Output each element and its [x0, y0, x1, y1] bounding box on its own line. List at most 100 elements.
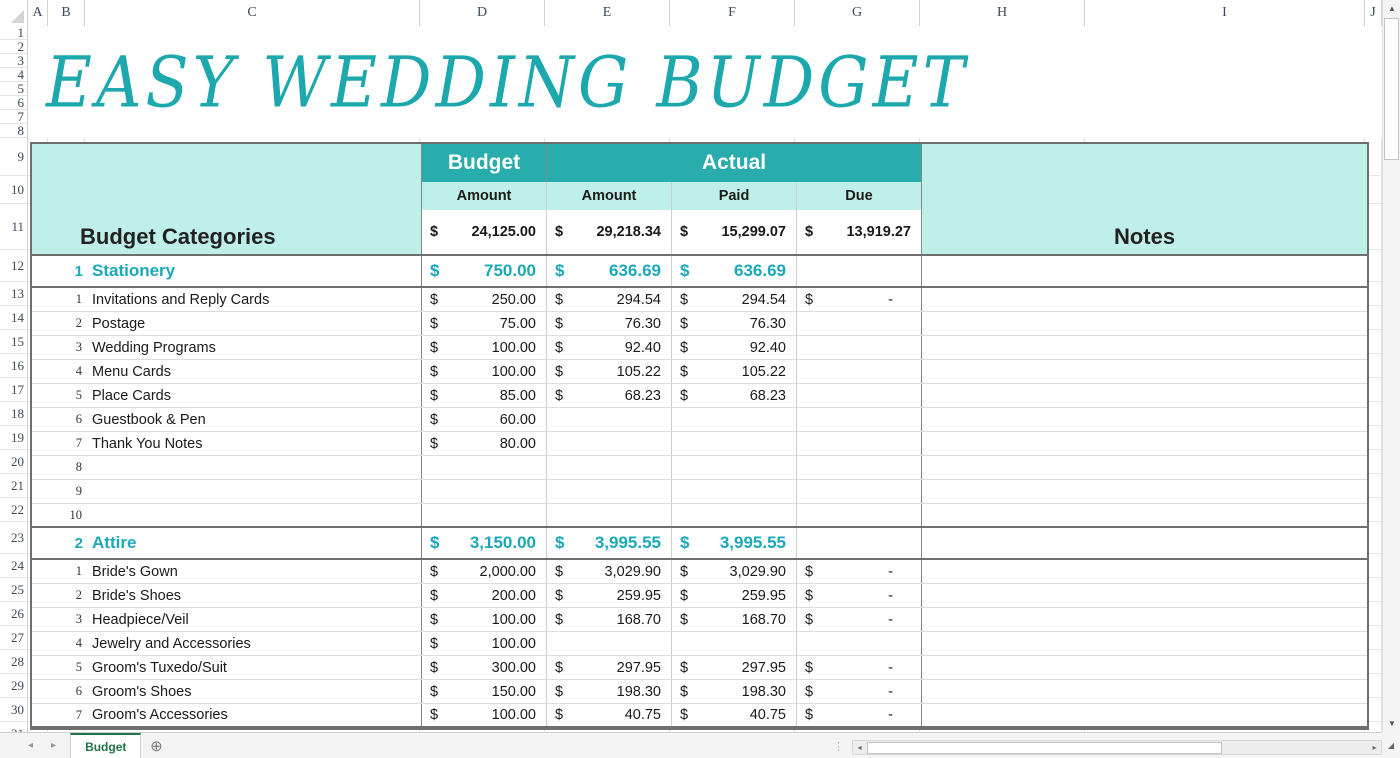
- item-paid[interactable]: $198.30: [672, 680, 797, 703]
- item-budget-amount[interactable]: $75.00: [422, 312, 547, 335]
- item-due[interactable]: [797, 456, 922, 479]
- item-budget-amount[interactable]: $85.00: [422, 384, 547, 407]
- item-notes-cell[interactable]: [922, 384, 1367, 407]
- item-paid[interactable]: $294.54: [672, 288, 797, 311]
- item-budget-amount[interactable]: [422, 504, 547, 526]
- item-name[interactable]: [87, 480, 422, 503]
- resize-corner-icon[interactable]: ◢: [1382, 732, 1400, 758]
- row-header-18[interactable]: 18: [0, 402, 28, 426]
- item-budget-amount[interactable]: $250.00: [422, 288, 547, 311]
- item-notes-cell[interactable]: [922, 456, 1367, 479]
- column-header-h[interactable]: H: [920, 0, 1085, 26]
- item-budget-amount[interactable]: $80.00: [422, 432, 547, 455]
- row-header-9[interactable]: 9: [0, 138, 28, 176]
- item-notes-cell[interactable]: [922, 288, 1367, 311]
- column-header-e[interactable]: E: [545, 0, 670, 26]
- item-budget-amount[interactable]: $100.00: [422, 360, 547, 383]
- item-actual-amount[interactable]: $294.54: [547, 288, 672, 311]
- add-sheet-button[interactable]: ⊕: [141, 737, 171, 755]
- section-actual-amount[interactable]: $636.69: [547, 256, 672, 286]
- item-due[interactable]: $-: [797, 680, 922, 703]
- item-name[interactable]: Groom's Tuxedo/Suit: [87, 656, 422, 679]
- row-header-19[interactable]: 19: [0, 426, 28, 450]
- item-notes-cell[interactable]: [922, 336, 1367, 359]
- row-header-23[interactable]: 23: [0, 522, 28, 554]
- item-name[interactable]: Headpiece/Veil: [87, 608, 422, 631]
- item-budget-amount[interactable]: $100.00: [422, 336, 547, 359]
- column-header-c[interactable]: C: [85, 0, 420, 26]
- item-budget-amount[interactable]: $200.00: [422, 584, 547, 607]
- item-paid[interactable]: $76.30: [672, 312, 797, 335]
- item-actual-amount[interactable]: [547, 504, 672, 526]
- item-due[interactable]: [797, 632, 922, 655]
- item-notes-cell[interactable]: [922, 632, 1367, 655]
- item-notes-cell[interactable]: [922, 704, 1367, 726]
- item-paid[interactable]: [672, 456, 797, 479]
- item-actual-amount[interactable]: [547, 632, 672, 655]
- item-actual-amount[interactable]: $68.23: [547, 384, 672, 407]
- item-name[interactable]: Wedding Programs: [87, 336, 422, 359]
- item-due[interactable]: [797, 384, 922, 407]
- column-header-g[interactable]: G: [795, 0, 920, 26]
- row-header-13[interactable]: 13: [0, 282, 28, 306]
- item-budget-amount[interactable]: $100.00: [422, 632, 547, 655]
- item-notes-cell[interactable]: [922, 408, 1367, 431]
- scroll-down-button[interactable]: ▼: [1383, 715, 1400, 732]
- row-header-14[interactable]: 14: [0, 306, 28, 330]
- item-due[interactable]: [797, 504, 922, 526]
- item-name[interactable]: Place Cards: [87, 384, 422, 407]
- item-due[interactable]: $-: [797, 288, 922, 311]
- item-actual-amount[interactable]: [547, 432, 672, 455]
- item-budget-amount[interactable]: [422, 456, 547, 479]
- scroll-right-button[interactable]: ▸: [1368, 743, 1381, 752]
- item-name[interactable]: Menu Cards: [87, 360, 422, 383]
- item-name[interactable]: Groom's Accessories: [87, 704, 422, 726]
- item-actual-amount[interactable]: [547, 480, 672, 503]
- row-header-22[interactable]: 22: [0, 498, 28, 522]
- item-notes-cell[interactable]: [922, 584, 1367, 607]
- row-header-8[interactable]: 8: [0, 124, 28, 138]
- item-notes-cell[interactable]: [922, 480, 1367, 503]
- row-header-10[interactable]: 10: [0, 176, 28, 204]
- row-header-16[interactable]: 16: [0, 354, 28, 378]
- previous-sheet-button[interactable]: ◂: [28, 740, 33, 751]
- item-name[interactable]: Postage: [87, 312, 422, 335]
- item-due[interactable]: $-: [797, 560, 922, 583]
- item-due[interactable]: [797, 360, 922, 383]
- item-paid[interactable]: $297.95: [672, 656, 797, 679]
- item-budget-amount[interactable]: $2,000.00: [422, 560, 547, 583]
- item-name[interactable]: Thank You Notes: [87, 432, 422, 455]
- item-actual-amount[interactable]: $168.70: [547, 608, 672, 631]
- item-name[interactable]: [87, 456, 422, 479]
- select-all-button[interactable]: [0, 0, 28, 26]
- item-notes-cell[interactable]: [922, 432, 1367, 455]
- item-actual-amount[interactable]: [547, 408, 672, 431]
- item-due[interactable]: [797, 432, 922, 455]
- row-header-21[interactable]: 21: [0, 474, 28, 498]
- item-actual-amount[interactable]: $3,029.90: [547, 560, 672, 583]
- row-header-31[interactable]: 31: [0, 722, 28, 732]
- scroll-up-button[interactable]: ▲: [1383, 0, 1400, 17]
- item-name[interactable]: Groom's Shoes: [87, 680, 422, 703]
- item-paid[interactable]: [672, 632, 797, 655]
- item-notes-cell[interactable]: [922, 608, 1367, 631]
- item-due[interactable]: [797, 312, 922, 335]
- column-header-d[interactable]: D: [420, 0, 545, 26]
- item-budget-amount[interactable]: $100.00: [422, 608, 547, 631]
- row-header-29[interactable]: 29: [0, 674, 28, 698]
- item-paid[interactable]: $68.23: [672, 384, 797, 407]
- item-paid[interactable]: $3,029.90: [672, 560, 797, 583]
- section-budget-amount[interactable]: $750.00: [422, 256, 547, 286]
- item-actual-amount[interactable]: $105.22: [547, 360, 672, 383]
- item-paid[interactable]: $168.70: [672, 608, 797, 631]
- item-name[interactable]: Guestbook & Pen: [87, 408, 422, 431]
- item-actual-amount[interactable]: $92.40: [547, 336, 672, 359]
- horizontal-scroll-thumb[interactable]: [867, 742, 1222, 754]
- item-budget-amount[interactable]: $300.00: [422, 656, 547, 679]
- column-header-b[interactable]: B: [48, 0, 85, 26]
- item-budget-amount[interactable]: $60.00: [422, 408, 547, 431]
- row-header-24[interactable]: 24: [0, 554, 28, 578]
- item-name[interactable]: [87, 504, 422, 526]
- column-header-a[interactable]: A: [28, 0, 48, 26]
- vertical-scrollbar[interactable]: ▲ ▼: [1382, 0, 1400, 732]
